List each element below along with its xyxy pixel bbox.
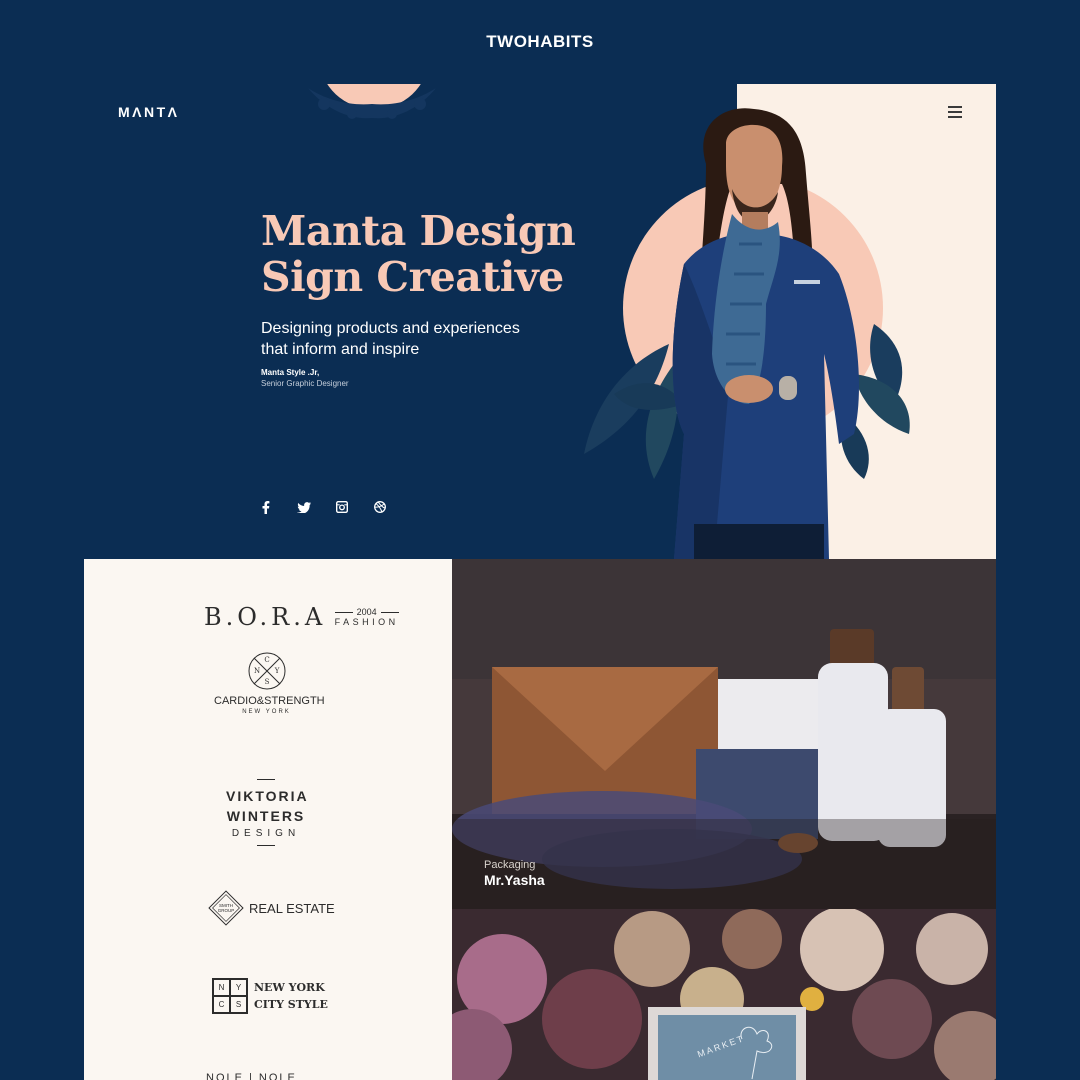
hamburger-menu-icon[interactable] <box>948 106 964 119</box>
bora-mark: B.O.R.A <box>204 603 327 631</box>
logo-nyc-style[interactable]: N Y C S NEW YORK CITY STYLE <box>212 978 328 1014</box>
project-name: Mr.Yasha <box>484 872 545 888</box>
svg-text:N: N <box>253 667 259 675</box>
nyc-line1: NEW YORK <box>254 981 325 994</box>
bora-sub: FASHION <box>334 617 399 627</box>
logo-viktoria-winters[interactable]: VIKTORIA WINTERS DESIGN <box>226 779 309 846</box>
model-portrait <box>672 108 859 559</box>
viktoria-line2: WINTERS <box>226 808 306 824</box>
website-mockup: MΛNTΛ Manta Design Sign Creative Designi… <box>84 84 996 1080</box>
floral-photo: MARKET <box>452 909 996 1080</box>
smith-label: REAL ESTATE <box>249 900 335 916</box>
hero-title: Manta Design Sign Creative <box>261 207 576 301</box>
hero-section: MΛNTΛ Manta Design Sign Creative Designi… <box>84 84 996 559</box>
project-category: Packaging <box>484 859 536 871</box>
svg-text:S: S <box>264 678 269 686</box>
hero-subtitle-line1: Designing products and experiences <box>261 320 520 337</box>
logo-cardio-strength[interactable]: C N Y S CARDIO&STRENGTH NEW YORK <box>214 651 325 715</box>
nyc-grid-icon: N Y C S <box>212 978 248 1014</box>
cardio-city: NEW YORK <box>242 709 291 715</box>
social-links <box>258 499 388 515</box>
cardio-emblem-icon: C N Y S <box>248 652 285 690</box>
svg-text:GROUP: GROUP <box>218 908 235 913</box>
logo-nole[interactable]: NOLE | NOLE <box>206 1072 297 1080</box>
author-block: Manta Style .Jr, Senior Graphic Designer <box>261 367 349 389</box>
leaf-decoration-top <box>308 88 436 119</box>
facebook-icon[interactable] <box>258 499 274 515</box>
hero-subtitle-line2: that inform and inspire <box>261 341 420 358</box>
svg-text:C: C <box>264 656 269 664</box>
author-name: Manta Style .Jr, <box>261 368 320 377</box>
twitter-icon[interactable] <box>296 499 312 515</box>
site-logo[interactable]: MΛNTΛ <box>118 104 180 120</box>
dribbble-icon[interactable] <box>372 499 388 515</box>
brand-title: TWOHABITS <box>486 32 594 51</box>
instagram-icon[interactable] <box>334 499 350 515</box>
project-card-floral[interactable]: MARKET <box>452 909 996 1080</box>
hero-title-line2: Sign Creative <box>261 253 564 301</box>
hero-title-line1: Manta Design <box>261 207 576 255</box>
viktoria-line1: VIKTORIA <box>226 788 309 804</box>
project-card-packaging[interactable]: Packaging Mr.Yasha <box>452 559 996 909</box>
svg-text:Y: Y <box>273 667 279 675</box>
viktoria-line3: DESIGN <box>231 828 301 839</box>
hero-subtitle: Designing products and experiences that … <box>261 318 561 360</box>
logo-smith-group[interactable]: SMITH GROUP REAL ESTATE <box>207 889 335 927</box>
packaging-photo <box>452 559 996 909</box>
cardio-title: CARDIO&STRENGTH <box>214 695 325 707</box>
nyc-line2: CITY STYLE <box>254 998 328 1011</box>
logo-showcase: B.O.R.A 2004 FASHION C N Y S CARDIO&STRE… <box>84 559 452 1080</box>
author-role: Senior Graphic Designer <box>261 379 349 388</box>
smith-diamond-icon: SMITH GROUP <box>208 890 244 926</box>
logo-bora-fashion[interactable]: B.O.R.A 2004 FASHION <box>204 603 399 631</box>
bora-year: 2004 <box>356 607 377 617</box>
